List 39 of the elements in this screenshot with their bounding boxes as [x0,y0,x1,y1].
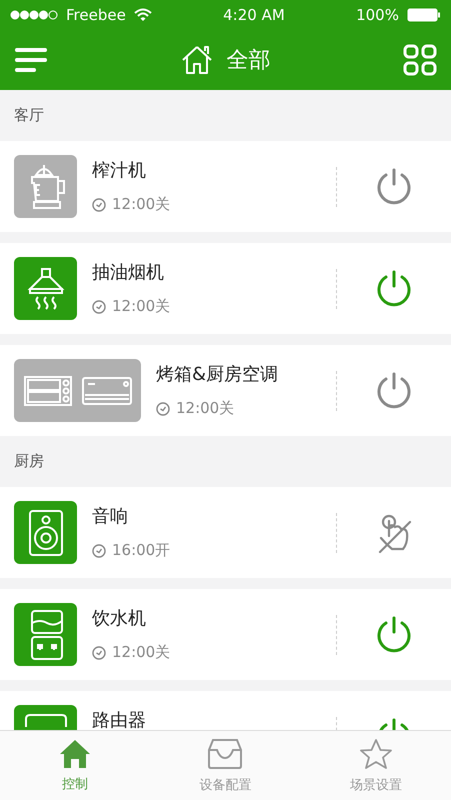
signal-icon [10,10,58,20]
wifi-icon [134,8,152,22]
grid-icon[interactable] [403,44,437,76]
timer-text: 12:00关 [112,297,170,316]
section-title: 厨房 [14,452,44,471]
menu-icon[interactable] [14,47,48,73]
timer-text: 12:00关 [176,399,234,418]
page-title: 全部 [226,47,270,75]
device-name: 抽油烟机 [92,263,165,283]
battery-icon [406,8,441,22]
device-card[interactable]: 抽油烟机 12:00关 [0,243,451,334]
device-name: 饮水机 [92,609,147,629]
timer-text: 16:00开 [112,541,170,560]
device-name: 榨汁机 [92,161,147,181]
timer-text: 12:00关 [112,195,170,214]
clock-icon [92,544,106,558]
router-icon [24,713,68,727]
clock-icon [92,300,106,314]
clock-icon [92,646,106,660]
oven-and-air-conditioner-icon [22,374,132,406]
timer-text: 12:00关 [112,643,170,662]
clock-icon [92,198,106,212]
tray-icon [207,738,244,770]
device-card[interactable]: 饮水机 12:00关 [0,589,451,680]
clock-icon [156,402,170,416]
device-card[interactable]: 榨汁机 12:00关 [0,141,451,232]
section-title: 客厅 [14,106,44,125]
device-card[interactable]: 烤箱&厨房空调 12:00关 [0,345,451,436]
battery-percent: 100% [356,6,399,24]
carrier-name: Freebee [66,6,126,24]
clock-time: 4:20 AM [223,6,285,24]
star-icon [358,738,393,770]
device-name: 音响 [92,507,129,527]
house-icon [180,45,212,75]
device-name: 烤箱&厨房空调 [156,365,280,385]
home-icon [59,738,92,768]
device-card[interactable]: 音响 16:00开 [0,487,451,578]
device-card[interactable]: 路由器 [0,691,451,730]
device-name: 路由器 [92,711,147,730]
